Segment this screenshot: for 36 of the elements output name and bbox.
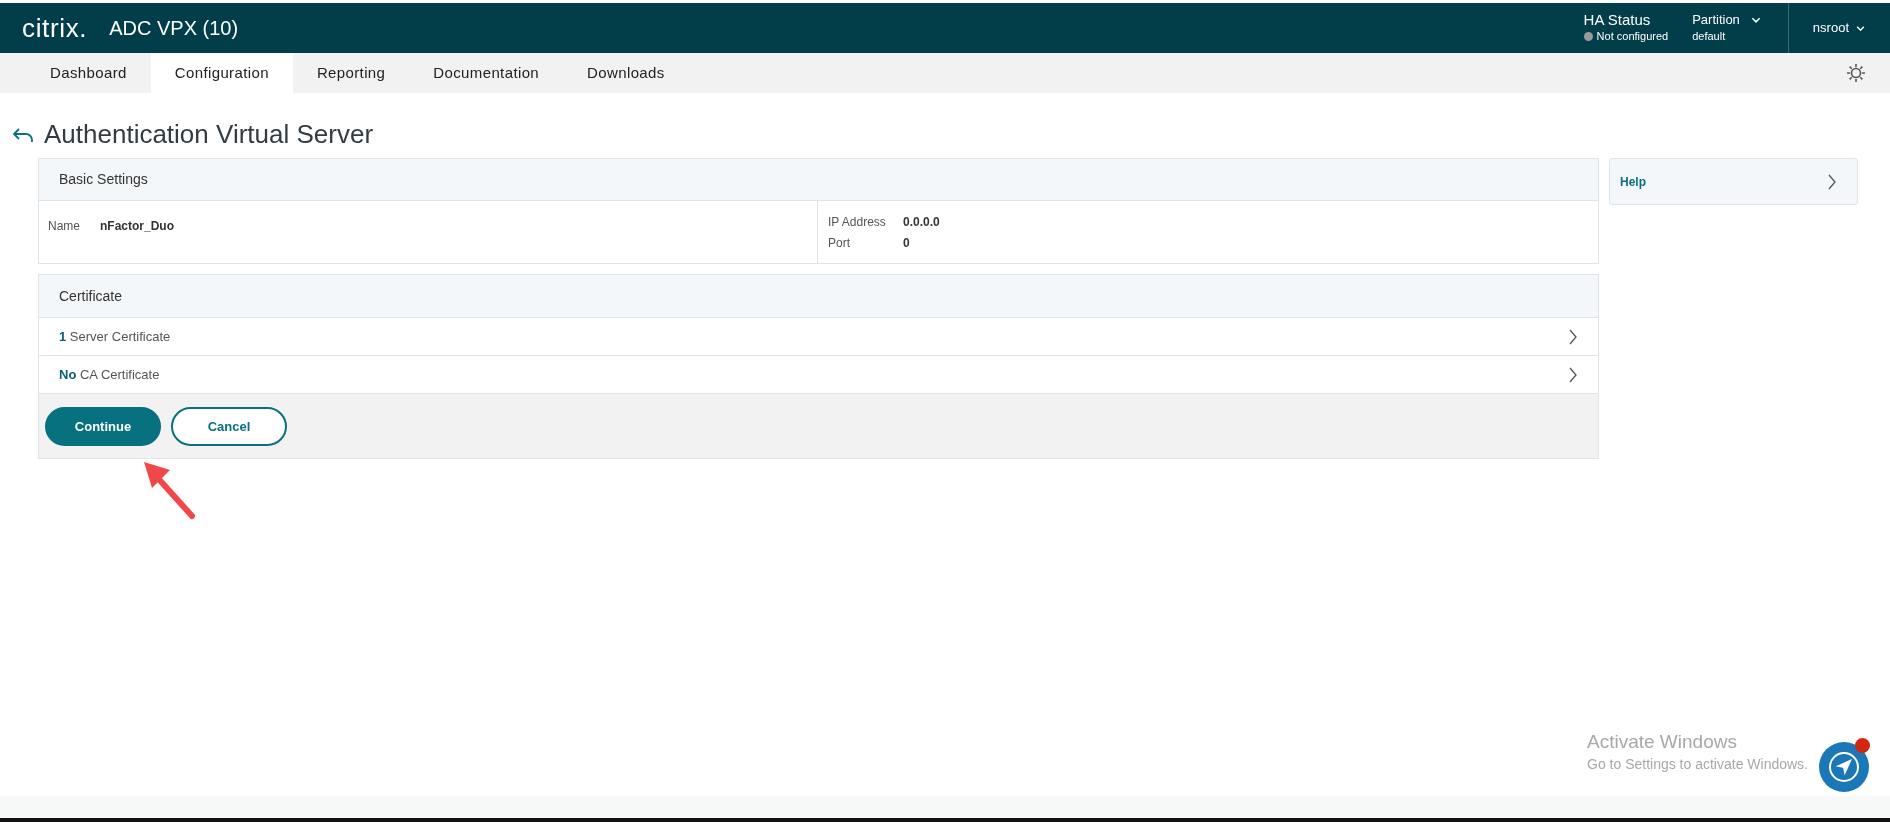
user-menu[interactable]: nsroot <box>1788 18 1890 38</box>
certificate-row[interactable]: No CA Certificate <box>39 356 1598 394</box>
back-arrow-icon[interactable] <box>12 126 34 143</box>
field-value: nFactor_Duo <box>100 218 175 235</box>
logo: citrix. <box>22 11 88 45</box>
field-value: 0 <box>903 235 911 252</box>
nav-tab[interactable]: Downloads <box>563 53 689 93</box>
activation-title: Activate Windows <box>1587 730 1738 754</box>
field-label: Port <box>828 235 851 252</box>
ha-status-value: Not configured <box>1596 29 1669 45</box>
navigation-fab[interactable] <box>1819 742 1869 792</box>
nav-tab[interactable]: Configuration <box>150 53 293 93</box>
ha-status-label: HA Status <box>1583 11 1652 29</box>
certificate-label: No CA Certificate <box>59 365 160 384</box>
certificate-label: 1 Server Certificate <box>59 327 171 346</box>
nav-tab[interactable]: Documentation <box>409 53 564 93</box>
chevron-right-icon <box>1568 366 1578 383</box>
chevron-right-icon <box>1827 173 1837 190</box>
section-title: Basic Settings <box>59 170 148 189</box>
activation-message: Go to Settings to activate Windows. <box>1587 755 1808 774</box>
continue-button[interactable]: Continue <box>45 407 161 446</box>
field-label: Name <box>48 218 80 235</box>
help-panel[interactable]: Help <box>1609 158 1858 205</box>
nav-tab[interactable]: Reporting <box>292 53 410 93</box>
cancel-button[interactable]: Cancel <box>171 407 287 446</box>
settings-icon[interactable] <box>1846 63 1866 83</box>
certificate-row[interactable]: 1 Server Certificate <box>39 318 1598 356</box>
product-title: ADC VPX (10) <box>109 16 239 41</box>
partition-menu[interactable]: Partition default <box>1692 11 1762 45</box>
chevron-right-icon <box>1568 328 1578 345</box>
section-title: Certificate <box>59 286 123 306</box>
field-value: 0.0.0.0 <box>903 214 941 231</box>
arrow-annotation <box>142 460 198 522</box>
nav-tab[interactable]: Dashboard <box>26 53 151 93</box>
field-label: IP Address <box>828 214 887 231</box>
page-title: Authentication Virtual Server <box>44 118 374 151</box>
